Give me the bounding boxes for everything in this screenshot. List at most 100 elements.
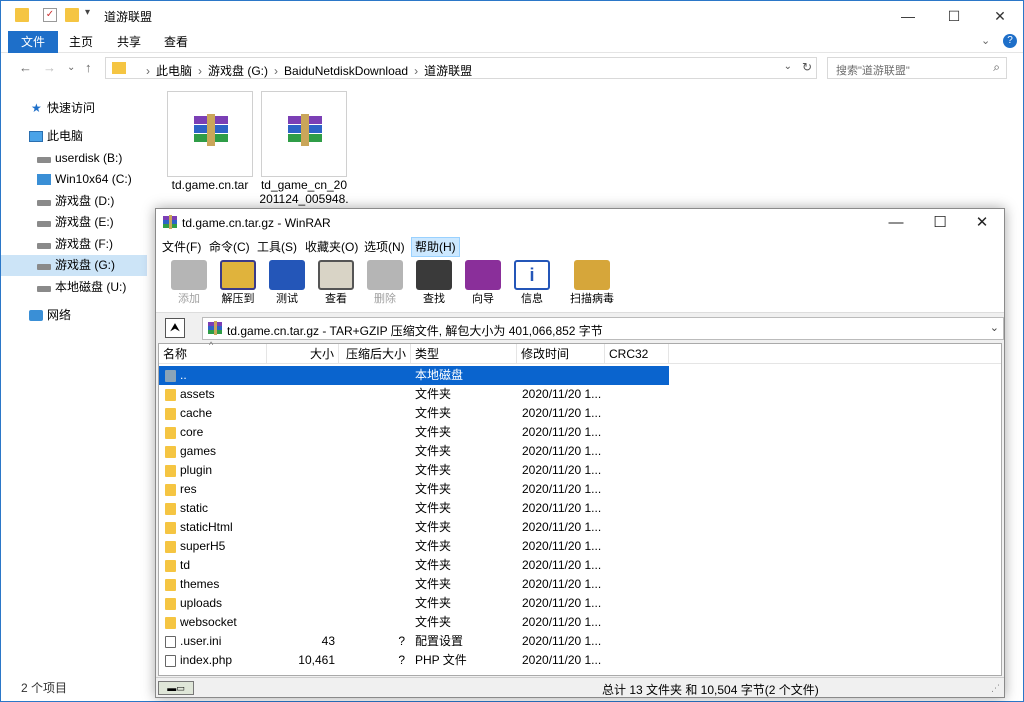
back-arrow-icon[interactable]: ← — [19, 60, 32, 75]
wizard-icon — [465, 260, 501, 290]
folder-icon — [112, 62, 126, 74]
table-row[interactable]: uploads 文件夹 2020/11/20 1... — [159, 594, 669, 613]
drive-status-icon: ▬▭ — [158, 681, 194, 695]
archive-path: td.game.cn.tar.gz - TAR+GZIP 压缩文件, 解包大小为… — [227, 324, 603, 338]
folder-icon — [165, 484, 176, 496]
table-row[interactable]: assets 文件夹 2020/11/20 1... — [159, 385, 669, 404]
table-row[interactable]: .. 本地磁盘 — [159, 366, 669, 385]
add-icon — [171, 260, 207, 290]
winrar-statusbar: ▬▭ 总计 13 文件夹 和 10,504 字节(2 个文件) ⋰ — [156, 677, 1004, 697]
network-icon — [29, 310, 43, 321]
help-icon[interactable]: ? — [1003, 34, 1017, 48]
table-row[interactable]: core 文件夹 2020/11/20 1... — [159, 423, 669, 442]
table-row[interactable]: staticHtml 文件夹 2020/11/20 1... — [159, 518, 669, 537]
nav-drive-f[interactable]: 游戏盘 (F:) — [1, 234, 147, 255]
nav-drive-d[interactable]: 游戏盘 (D:) — [1, 191, 147, 212]
up-one-level-icon[interactable]: ⮝ — [165, 318, 185, 338]
resize-grip-icon[interactable]: ⋰ — [991, 683, 1000, 694]
table-row[interactable]: res 文件夹 2020/11/20 1... — [159, 480, 669, 499]
winrar-maximize-button[interactable]: ☐ — [918, 209, 962, 237]
find-button[interactable]: 查找 — [410, 259, 458, 311]
winrar-minimize-button[interactable]: — — [874, 209, 918, 237]
column-size[interactable]: 大小 — [267, 344, 339, 364]
winrar-app-icon — [163, 215, 177, 229]
table-row[interactable]: cache 文件夹 2020/11/20 1... — [159, 404, 669, 423]
column-crc32[interactable]: CRC32 — [605, 344, 669, 364]
nav-drive-c[interactable]: Win10x64 (C:) — [1, 169, 147, 190]
winrar-title: td.game.cn.tar.gz - WinRAR — [182, 216, 331, 230]
address-bar[interactable]: › 此电脑 › 游戏盘 (G:) › BaiduNetdiskDownload › 道游联盟 … — [105, 57, 817, 79]
tab-file[interactable]: 文件 — [8, 31, 58, 53]
properties-icon[interactable]: ✓ — [43, 8, 57, 22]
file-tile[interactable] — [261, 91, 347, 177]
address-dropdown-icon[interactable]: ⌄ — [784, 61, 792, 72]
virus-scan-button[interactable]: 扫描病毒 — [566, 259, 618, 311]
forward-arrow-icon[interactable]: → — [43, 60, 56, 75]
breadcrumb-download[interactable]: BaiduNetdiskDownload — [284, 64, 408, 78]
nav-drive-g[interactable]: 游戏盘 (G:) — [1, 255, 147, 276]
column-type[interactable]: 类型 — [411, 344, 517, 364]
file-name-line2: 201124_005948. — [259, 192, 349, 206]
column-packed[interactable]: 压缩后大小 — [339, 344, 411, 364]
info-button[interactable]: i 信息 — [508, 259, 556, 311]
up-arrow-icon[interactable]: ↑ — [85, 60, 92, 75]
new-folder-icon[interactable] — [65, 8, 79, 22]
up-level-icon — [165, 370, 176, 382]
refresh-icon[interactable]: ↻ — [802, 60, 812, 74]
drive-icon — [37, 243, 51, 249]
recent-locations-icon[interactable]: ⌄ — [67, 62, 75, 73]
folder-icon — [15, 8, 29, 22]
table-row[interactable]: .user.ini 43 ? 配置设置 2020/11/20 1... — [159, 632, 669, 651]
view-button[interactable]: 查看 — [312, 259, 360, 311]
delete-icon — [367, 260, 403, 290]
table-row[interactable]: plugin 文件夹 2020/11/20 1... — [159, 461, 669, 480]
menu-tools[interactable]: 工具(S) — [254, 237, 300, 257]
delete-button[interactable]: 删除 — [361, 259, 409, 311]
menu-favorites[interactable]: 收藏夹(O) — [302, 237, 361, 257]
maximize-button[interactable]: ☐ — [931, 1, 977, 31]
menu-commands[interactable]: 命令(C) — [206, 237, 253, 257]
breadcrumb-drive-g[interactable]: 游戏盘 (G:) — [208, 64, 268, 78]
nav-this-pc[interactable]: 此电脑 — [1, 126, 147, 147]
test-button[interactable]: 测试 — [263, 259, 311, 311]
tab-view[interactable]: 查看 — [158, 31, 194, 53]
expand-ribbon-icon[interactable]: ⌄ — [981, 34, 990, 47]
customize-quick-access-icon[interactable]: ▾ — [85, 7, 90, 18]
table-row[interactable]: superH5 文件夹 2020/11/20 1... — [159, 537, 669, 556]
file-name: td_game_cn_20 — [260, 178, 348, 192]
table-row[interactable]: static 文件夹 2020/11/20 1... — [159, 499, 669, 518]
chevron-down-icon[interactable]: ⌄ — [990, 321, 999, 334]
add-button[interactable]: 添加 — [165, 259, 213, 311]
winrar-close-button[interactable]: ✕ — [960, 209, 1004, 237]
table-row[interactable]: websocket 文件夹 2020/11/20 1... — [159, 613, 669, 632]
drive-icon — [37, 221, 51, 227]
table-row[interactable]: index.php 10,461 ? PHP 文件 2020/11/20 1..… — [159, 651, 669, 670]
nav-drive-u[interactable]: 本地磁盘 (U:) — [1, 277, 147, 298]
nav-drive-e[interactable]: 游戏盘 (E:) — [1, 212, 147, 233]
minimize-button[interactable]: — — [885, 1, 931, 31]
column-modified[interactable]: 修改时间 — [517, 344, 605, 364]
folder-icon — [165, 389, 176, 401]
nav-drive-b[interactable]: userdisk (B:) — [1, 148, 147, 169]
search-input[interactable]: 搜索"道游联盟" ⌕ — [827, 57, 1007, 79]
drive-icon — [37, 286, 51, 292]
file-tile[interactable] — [167, 91, 253, 177]
breadcrumb-this-pc[interactable]: 此电脑 — [156, 64, 192, 78]
menu-help[interactable]: 帮助(H) — [411, 237, 460, 257]
folder-icon — [165, 541, 176, 553]
table-row[interactable]: themes 文件夹 2020/11/20 1... — [159, 575, 669, 594]
extract-to-button[interactable]: 解压到 — [214, 259, 262, 311]
table-row[interactable]: td 文件夹 2020/11/20 1... — [159, 556, 669, 575]
nav-quick-access[interactable]: ★ 快速访问 — [1, 98, 147, 119]
nav-network[interactable]: 网络 — [1, 305, 147, 326]
breadcrumb-current[interactable]: 道游联盟 — [424, 64, 472, 78]
wizard-button[interactable]: 向导 — [459, 259, 507, 311]
close-button[interactable]: ✕ — [977, 1, 1023, 31]
menu-file[interactable]: 文件(F) — [159, 237, 204, 257]
table-row[interactable]: games 文件夹 2020/11/20 1... — [159, 442, 669, 461]
tab-share[interactable]: 共享 — [111, 31, 147, 53]
tab-home[interactable]: 主页 — [63, 31, 99, 53]
menu-options[interactable]: 选项(N) — [361, 237, 408, 257]
archive-path-dropdown[interactable]: td.game.cn.tar.gz - TAR+GZIP 压缩文件, 解包大小为… — [202, 317, 1004, 340]
folder-icon — [165, 503, 176, 515]
